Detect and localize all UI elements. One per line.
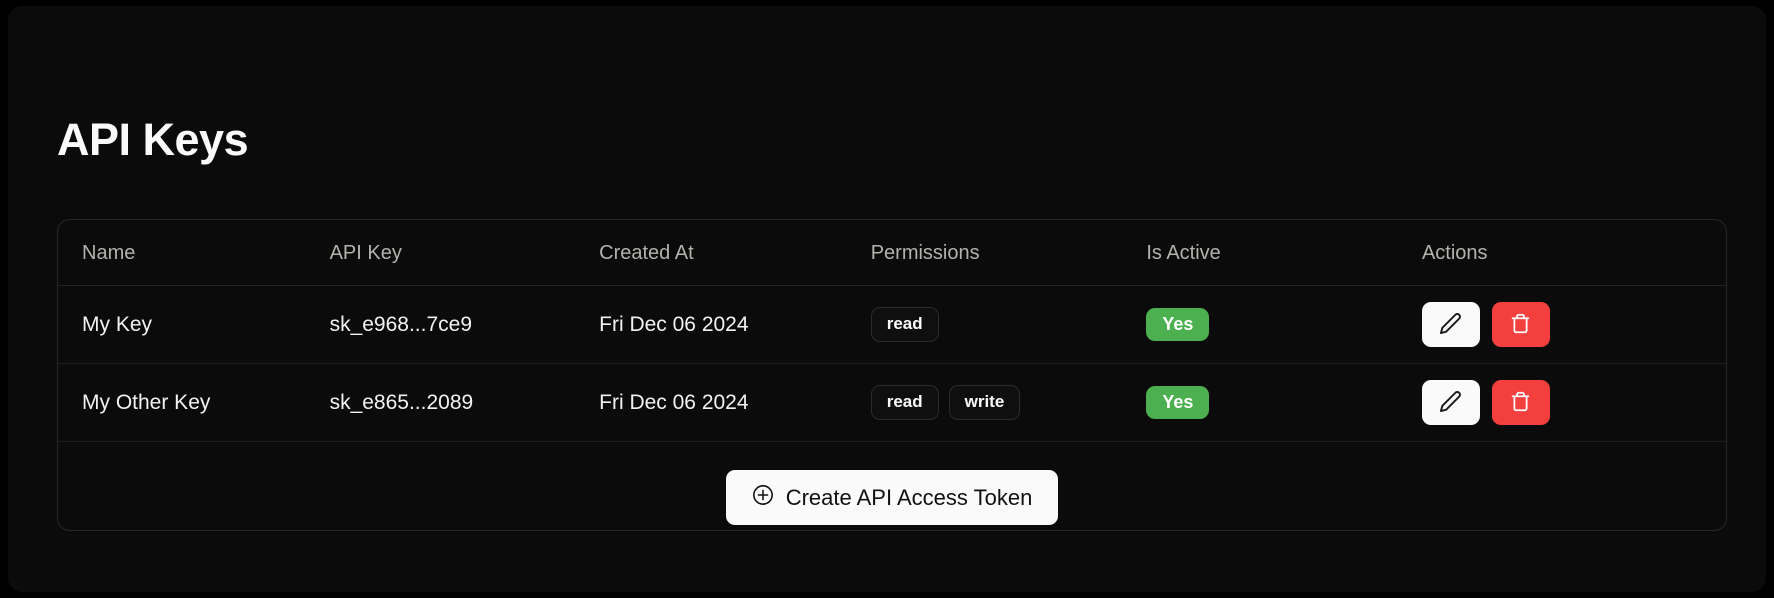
cell-is-active: Yes: [1146, 364, 1422, 442]
table-body: My Key sk_e968...7ce9 Fri Dec 06 2024 re…: [58, 286, 1726, 442]
cell-name: My Key: [58, 286, 330, 364]
delete-key-button[interactable]: [1492, 380, 1550, 425]
table-header: Name API Key Created At Permissions Is A…: [58, 220, 1726, 286]
cell-created-at: Fri Dec 06 2024: [599, 286, 871, 364]
cell-created-at: Fri Dec 06 2024: [599, 364, 871, 442]
cell-api-key: sk_e865...2089: [330, 364, 600, 442]
status-badge: Yes: [1146, 308, 1209, 342]
table-row: My Key sk_e968...7ce9 Fri Dec 06 2024 re…: [58, 286, 1726, 364]
edit-icon: [1439, 312, 1462, 338]
cell-permissions: read: [871, 286, 1147, 364]
edit-key-button[interactable]: [1422, 380, 1480, 425]
cell-api-key: sk_e968...7ce9: [330, 286, 600, 364]
trash-icon: [1510, 313, 1531, 337]
column-header-actions: Actions: [1422, 220, 1726, 286]
api-keys-table: Name API Key Created At Permissions Is A…: [58, 220, 1726, 442]
app-viewport: API Keys Name API Key Created At Permiss…: [8, 6, 1766, 592]
column-header-is-active: Is Active: [1146, 220, 1422, 286]
cell-actions: [1422, 286, 1726, 364]
permission-badge: write: [949, 385, 1021, 420]
column-header-api-key: API Key: [330, 220, 600, 286]
permission-badge-group: read write: [871, 385, 1147, 420]
create-token-row: Create API Access Token: [58, 442, 1726, 525]
action-button-group: [1422, 302, 1726, 347]
permission-badge: read: [871, 385, 939, 420]
cell-actions: [1422, 364, 1726, 442]
permission-badge-group: read: [871, 307, 1147, 342]
status-badge: Yes: [1146, 386, 1209, 420]
cell-name: My Other Key: [58, 364, 330, 442]
action-button-group: [1422, 380, 1726, 425]
column-header-permissions: Permissions: [871, 220, 1147, 286]
cell-is-active: Yes: [1146, 286, 1422, 364]
edit-key-button[interactable]: [1422, 302, 1480, 347]
api-keys-card: Name API Key Created At Permissions Is A…: [57, 219, 1727, 531]
trash-icon: [1510, 391, 1531, 415]
table-row: My Other Key sk_e865...2089 Fri Dec 06 2…: [58, 364, 1726, 442]
column-header-name: Name: [58, 220, 330, 286]
cell-permissions: read write: [871, 364, 1147, 442]
create-button-label: Create API Access Token: [786, 486, 1033, 510]
edit-icon: [1439, 390, 1462, 416]
delete-key-button[interactable]: [1492, 302, 1550, 347]
page-title: API Keys: [57, 117, 248, 162]
permission-badge: read: [871, 307, 939, 342]
create-api-access-token-button[interactable]: Create API Access Token: [726, 470, 1059, 525]
table-header-row: Name API Key Created At Permissions Is A…: [58, 220, 1726, 286]
column-header-created-at: Created At: [599, 220, 871, 286]
plus-circle-icon: [752, 484, 774, 511]
